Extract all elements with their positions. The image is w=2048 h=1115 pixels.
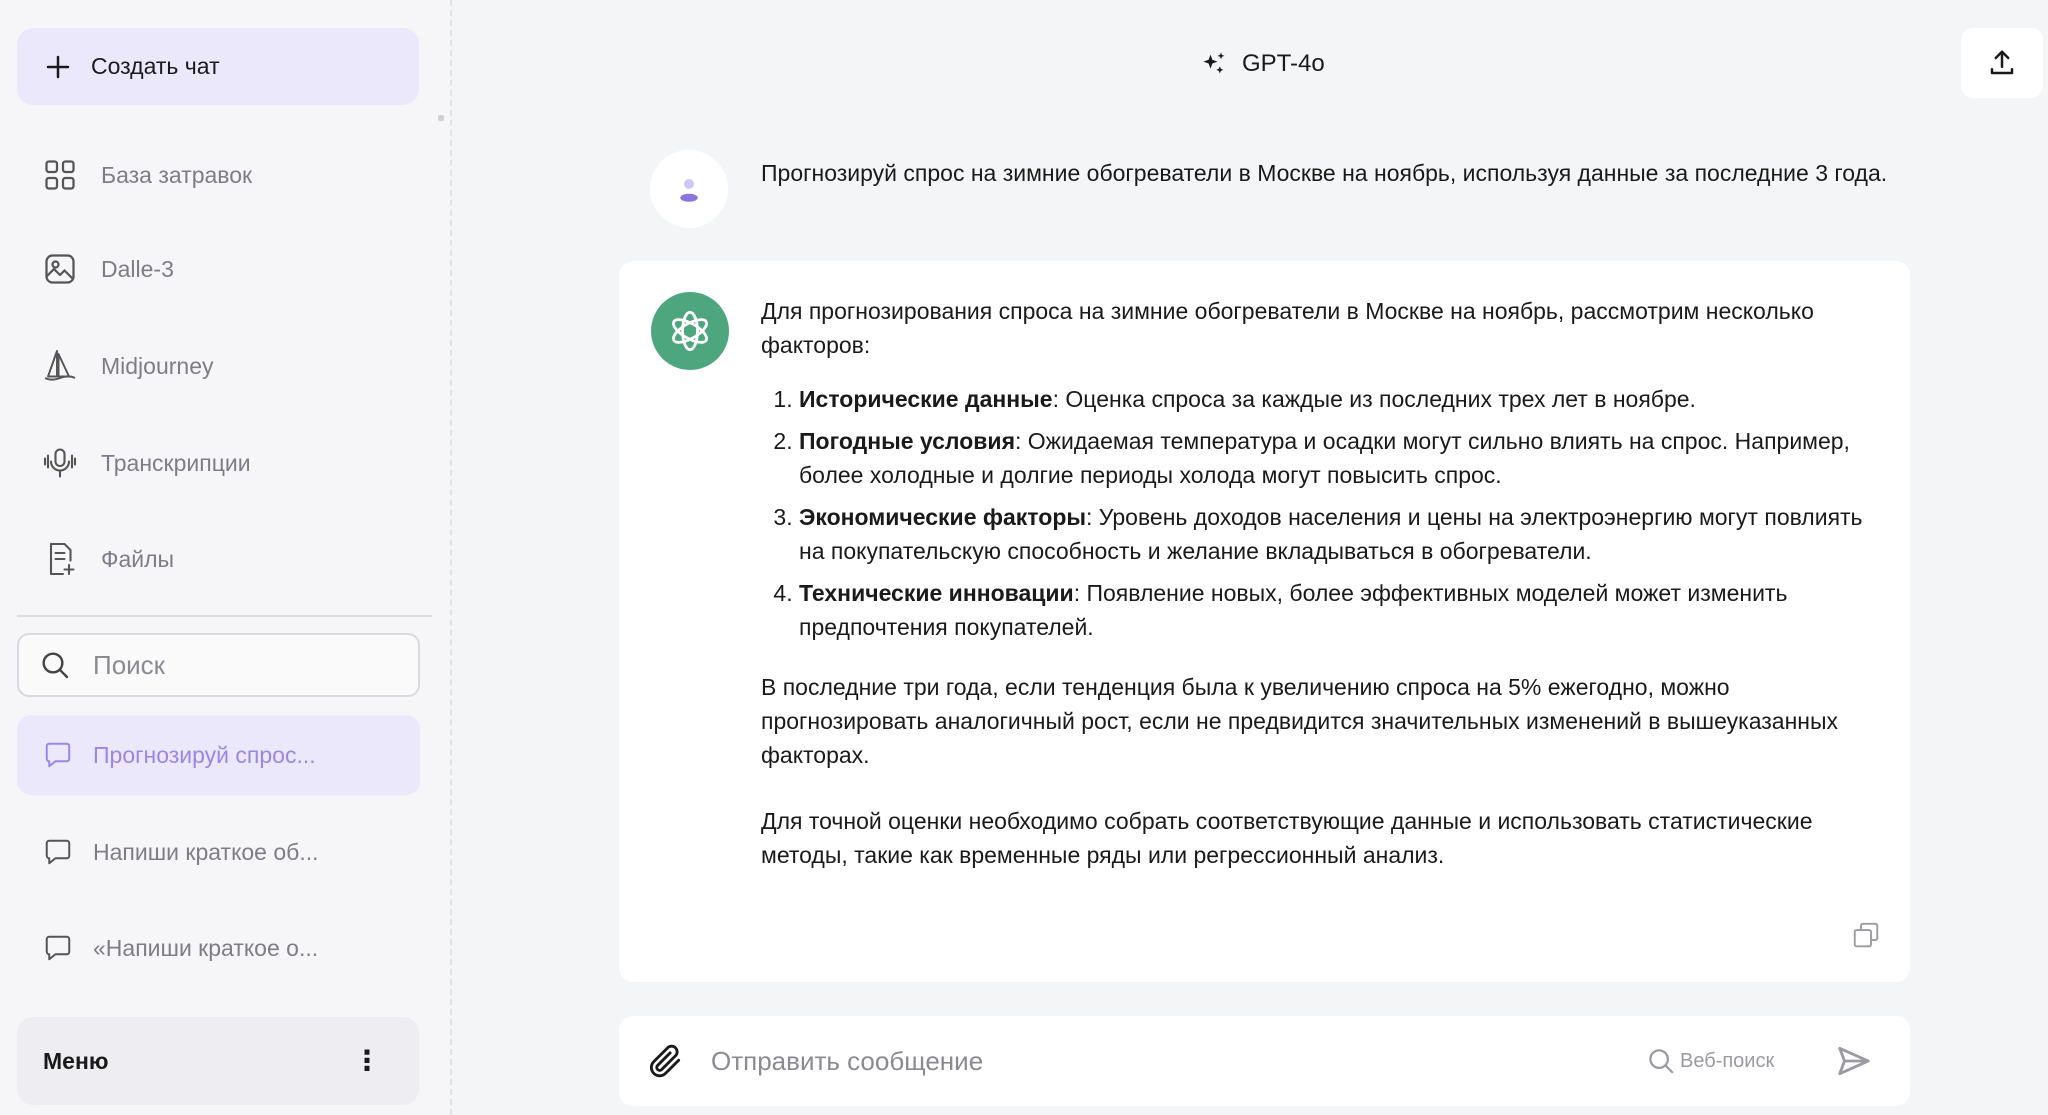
user-avatar (650, 150, 728, 228)
factor-title: Технические инновации (799, 580, 1074, 606)
sidebar-item-prompts[interactable]: База затравок (17, 143, 419, 207)
message-composer: Веб-поиск (619, 1016, 1910, 1106)
assistant-message: Для прогнозирования спроса на зимние обо… (619, 261, 1910, 982)
openai-logo-icon (672, 310, 708, 352)
model-selector[interactable]: GPT-4o (1200, 44, 1325, 84)
upload-icon (1990, 50, 2014, 75)
file-add-icon (41, 540, 79, 578)
user-message: Прогнозируй спрос на зимние обогреватели… (650, 150, 1910, 230)
sidebar-item-midjourney[interactable]: Midjourney (17, 334, 419, 398)
sidebar-item-label: База затравок (101, 161, 253, 188)
chat-history-label: Напиши краткое об... (93, 838, 319, 865)
chat-history-item[interactable]: «Напиши краткое о... (17, 908, 420, 988)
sidebar: Создать чат База затравок Dalle-3 Midjou… (0, 0, 452, 1115)
chat-history-label: Прогнозируй спрос... (93, 741, 316, 768)
new-chat-button[interactable]: Создать чат (17, 28, 419, 105)
sailboat-icon (41, 347, 79, 385)
sidebar-item-files[interactable]: Файлы (17, 527, 419, 591)
send-icon[interactable] (1835, 1042, 1873, 1080)
factor-text: : Оценка спроса за каждые из последних т… (1052, 386, 1696, 412)
sidebar-search[interactable] (17, 633, 420, 697)
chat-history-item[interactable]: Прогнозируй спрос... (17, 715, 420, 795)
factor-title: Погодные условия (799, 428, 1015, 454)
assistant-paragraph: Для точной оценки необходимо собрать соо… (761, 808, 1813, 868)
scrollbar-thumb[interactable] (438, 115, 444, 121)
sidebar-item-label: Транскрипции (101, 449, 251, 476)
sidebar-menu[interactable]: Меню ⋮ (17, 1017, 419, 1105)
chat-history-item[interactable]: Напиши краткое об... (17, 812, 420, 892)
chat-bubble-icon (45, 935, 71, 961)
sidebar-item-label: Файлы (101, 545, 175, 572)
user-message-text: Прогнозируй спрос на зимние обогреватели… (761, 160, 1888, 186)
new-chat-label: Создать чат (91, 53, 220, 79)
sidebar-divider (17, 615, 432, 617)
microphone-icon (41, 444, 79, 482)
chat-bubble-icon (45, 839, 71, 865)
search-input[interactable] (93, 649, 393, 681)
chat-bubble-icon (45, 742, 71, 768)
factor-title: Экономические факторы (799, 504, 1087, 530)
web-search-toggle[interactable]: Веб-поиск (1646, 1044, 1774, 1078)
assistant-intro: Для прогнозирования спроса на зимние обо… (761, 298, 1814, 358)
more-vertical-icon[interactable]: ⋮ (353, 1047, 381, 1075)
app-window: Создать чат База затравок Dalle-3 Midjou… (0, 0, 2048, 1115)
sparkles-icon (1203, 52, 1225, 74)
user-icon (680, 179, 698, 202)
grid-icon (41, 156, 79, 194)
assistant-paragraph: В последние три года, если тенденция был… (761, 674, 1839, 768)
web-search-label: Веб-поиск (1680, 1049, 1775, 1072)
sidebar-item-transcriptions[interactable]: Транскрипции (17, 431, 419, 495)
assistant-message-text: Для прогнозирования спроса на зимние обо… (761, 294, 1886, 872)
factor-title: Исторические данные (799, 386, 1053, 412)
copy-icon (1853, 922, 1879, 948)
search-icon (42, 652, 69, 679)
message-input[interactable] (711, 1038, 1591, 1084)
sidebar-item-dalle[interactable]: Dalle-3 (17, 237, 419, 301)
sidebar-item-label: Midjourney (101, 352, 214, 379)
search-icon (1649, 1049, 1674, 1074)
list-item: Технические инновации: Появление новых, … (799, 576, 1886, 644)
chat-history-label: «Напиши краткое о... (93, 934, 319, 961)
plus-icon (46, 55, 70, 78)
list-item: Экономические факторы: Уровень доходов н… (799, 500, 1886, 568)
menu-label: Меню (43, 1047, 109, 1074)
factor-list: Исторические данные: Оценка спроса за ка… (761, 382, 1886, 644)
list-item: Исторические данные: Оценка спроса за ка… (799, 382, 1886, 416)
image-icon (41, 250, 79, 288)
model-name: GPT-4o (1242, 50, 1325, 77)
sidebar-item-label: Dalle-3 (101, 255, 174, 282)
list-item: Погодные условия: Ожидаемая температура … (799, 424, 1886, 492)
paperclip-icon[interactable] (647, 1042, 685, 1080)
assistant-avatar (651, 292, 729, 370)
copy-button[interactable] (1851, 920, 1883, 952)
share-button[interactable] (1961, 28, 2043, 98)
